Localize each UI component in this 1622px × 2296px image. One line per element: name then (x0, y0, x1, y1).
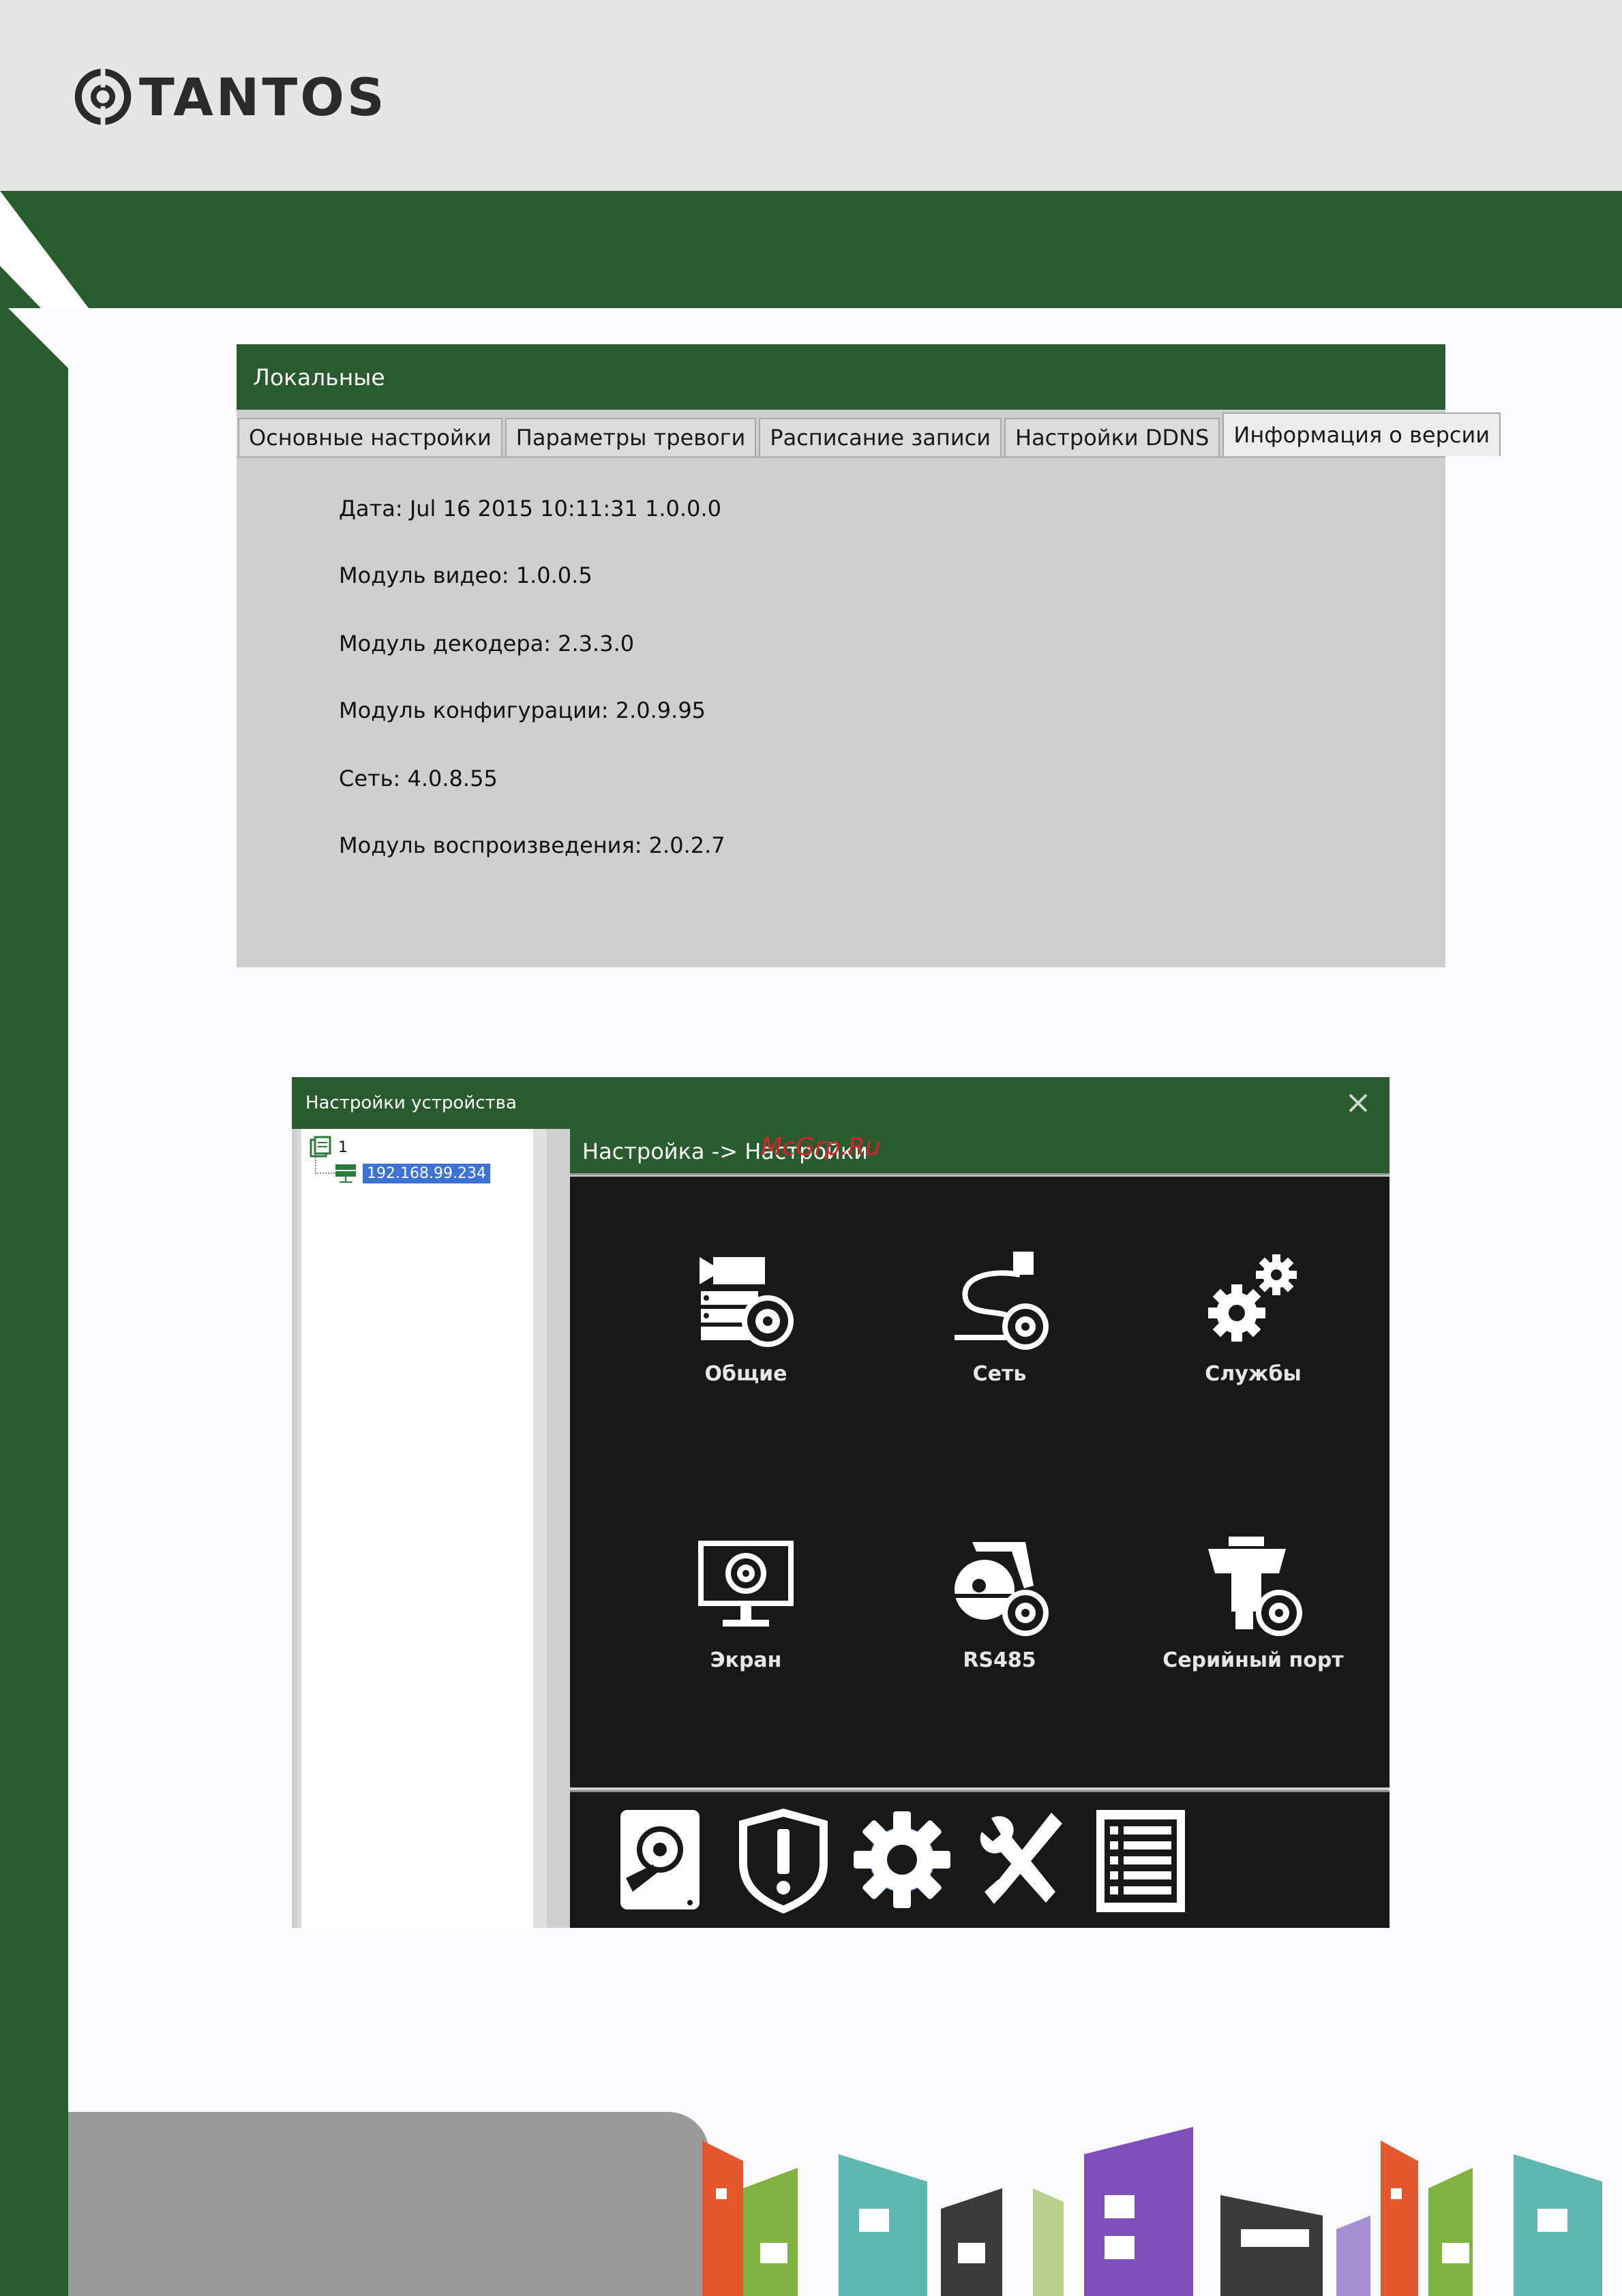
device-settings-window: Настройки устройства 1 192.168.99.234 На… (292, 1077, 1390, 1928)
info-video-module: Модуль видео: 1.0.0.5 (339, 562, 592, 588)
settings-item-general[interactable]: Общие (644, 1245, 848, 1386)
settings-item-services[interactable]: Службы (1151, 1245, 1355, 1386)
info-date: Дата: Jul 16 2015 10:11:31 1.0.0.0 (339, 496, 721, 522)
settings-item-label: Сеть (972, 1362, 1027, 1386)
bottom-toolbar (570, 1790, 1390, 1928)
ptz-camera-icon (955, 1542, 1049, 1636)
tools-icon[interactable] (971, 1802, 1073, 1918)
brand-name: TANTOS (139, 66, 387, 127)
settings-item-label: Экран (710, 1648, 782, 1672)
info-network: Сеть: 4.0.8.55 (339, 766, 498, 791)
tree-node-ip: 192.168.99.234 (363, 1163, 490, 1183)
settings-item-screen[interactable]: Экран (644, 1531, 848, 1672)
settings-item-label: Общие (704, 1362, 787, 1386)
settings-item-serial-port[interactable]: Серийный порт (1151, 1531, 1355, 1672)
settings-item-rs485[interactable]: RS485 (897, 1531, 1102, 1672)
device-tree: 1 192.168.99.234 (297, 1129, 547, 1928)
camera-settings-icon (700, 1257, 794, 1347)
tree-root-label: 1 (338, 1138, 348, 1156)
header-band (0, 191, 1622, 308)
hdd-icon[interactable] (612, 1802, 715, 1918)
settings-item-label: Службы (1205, 1362, 1302, 1386)
window-title-bar: Настройки устройства (292, 1077, 1390, 1129)
version-info-window: Локальные Основные настройки Параметры т… (237, 344, 1501, 967)
tab-divider (237, 456, 1445, 458)
tab-record-schedule[interactable]: Расписание записи (759, 418, 1002, 456)
tab-bar: Основные настройки Параметры тревоги Рас… (238, 411, 1503, 456)
breadcrumb: Настройка -> Настройки (570, 1129, 1390, 1175)
window-title: Локальные (237, 344, 1445, 410)
window-title: Настройки устройства (305, 1093, 517, 1113)
tab-version-info[interactable]: Информация о версии (1222, 412, 1501, 456)
info-playback-module: Модуль воспроизведения: 2.0.2.7 (339, 832, 725, 858)
tab-ddns-settings[interactable]: Настройки DDNS (1004, 418, 1220, 456)
list-icon[interactable] (1090, 1802, 1192, 1918)
alarm-shield-icon[interactable] (732, 1802, 835, 1918)
settings-item-label: Серийный порт (1162, 1648, 1344, 1672)
tree-node-device[interactable]: 192.168.99.234 (334, 1162, 490, 1185)
tab-basic-settings[interactable]: Основные настройки (238, 418, 502, 456)
footer-gray-block (68, 2112, 709, 2296)
info-decoder-module: Модуль декодера: 2.3.3.0 (339, 631, 635, 656)
watermark-text: McGrp.Ru (761, 1133, 881, 1161)
settings-gear-icon[interactable] (851, 1802, 953, 1918)
gears-icon (1208, 1254, 1297, 1342)
info-config-module: Модуль конфигурации: 2.0.9.95 (339, 697, 706, 723)
brand-logo: TANTOS (74, 63, 387, 131)
monitor-settings-icon (698, 1541, 794, 1627)
settings-item-label: RS485 (963, 1648, 1036, 1672)
dvr-device-icon (335, 1164, 356, 1183)
close-icon[interactable] (1345, 1089, 1372, 1117)
network-cable-icon (955, 1252, 1049, 1350)
settings-grid: Общие Сеть Службы Экран RS485 Серийный п… (570, 1177, 1390, 1787)
side-decoration (0, 191, 89, 2296)
serial-port-icon (1208, 1537, 1302, 1636)
footer-buildings (702, 2127, 1602, 2296)
tab-alarm-params[interactable]: Параметры тревоги (505, 418, 757, 456)
page-header: TANTOS (0, 0, 1622, 191)
settings-item-network[interactable]: Сеть (897, 1245, 1102, 1386)
